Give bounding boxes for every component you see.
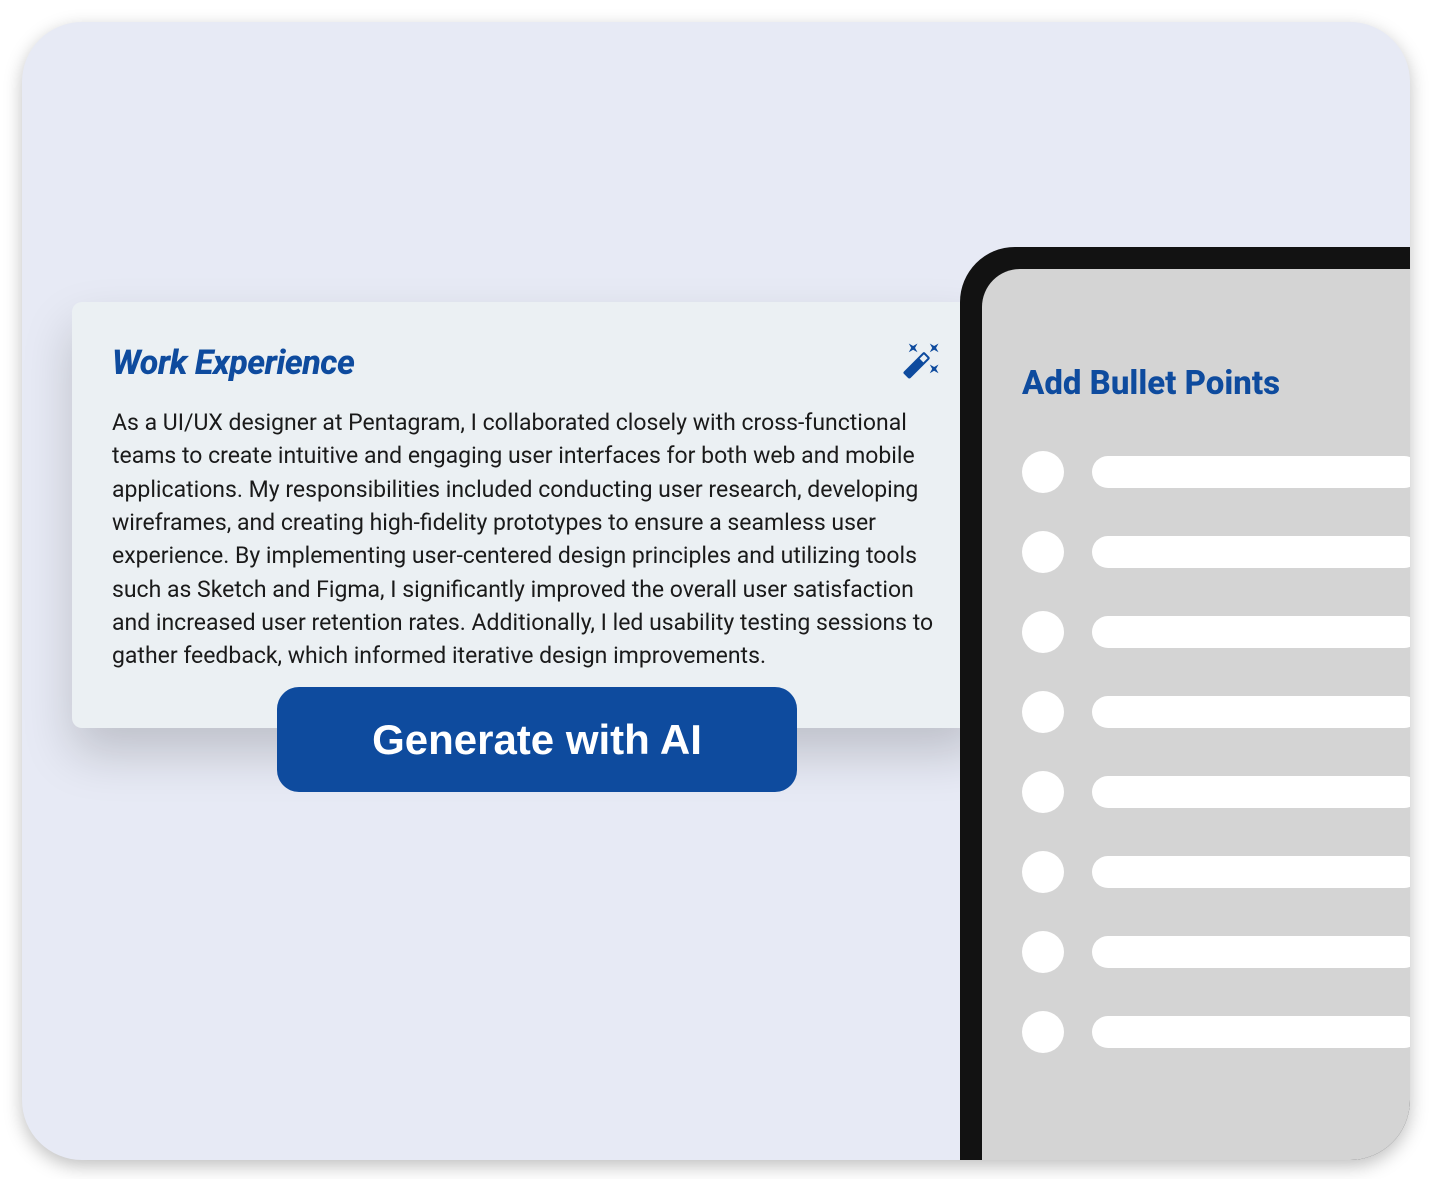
bullet-bar-placeholder	[1092, 776, 1410, 808]
bullet-circle-icon	[1022, 451, 1064, 493]
bullet-circle-icon	[1022, 851, 1064, 893]
bullet-list	[1022, 451, 1410, 1053]
bullet-item[interactable]	[1022, 851, 1410, 893]
bullet-circle-icon	[1022, 931, 1064, 973]
generate-with-ai-button[interactable]: Generate with AI	[277, 687, 797, 792]
bullet-circle-icon	[1022, 611, 1064, 653]
bullet-points-title: Add Bullet Points	[1022, 364, 1410, 403]
bullet-bar-placeholder	[1092, 616, 1410, 648]
bullet-bar-placeholder	[1092, 456, 1410, 488]
bullet-bar-placeholder	[1092, 536, 1410, 568]
bullet-bar-placeholder	[1092, 696, 1410, 728]
bullet-item[interactable]	[1022, 931, 1410, 973]
bullet-circle-icon	[1022, 691, 1064, 733]
magic-wand-icon[interactable]	[900, 340, 942, 386]
bullet-bar-placeholder	[1092, 856, 1410, 888]
phone-frame: Add Bullet Points	[960, 247, 1410, 1160]
bullet-circle-icon	[1022, 531, 1064, 573]
bullet-item[interactable]	[1022, 531, 1410, 573]
bullet-circle-icon	[1022, 1011, 1064, 1053]
bullet-item[interactable]	[1022, 611, 1410, 653]
work-experience-title: Work Experience	[112, 343, 354, 383]
work-card-header: Work Experience	[112, 340, 942, 386]
bullet-item[interactable]	[1022, 1011, 1410, 1053]
bullet-item[interactable]	[1022, 451, 1410, 493]
main-panel: Work Experience As a UI/UX designer at P…	[22, 22, 1410, 1160]
work-experience-card: Work Experience As a UI/UX designer at P…	[72, 302, 982, 728]
bullet-item[interactable]	[1022, 771, 1410, 813]
phone-screen: Add Bullet Points	[982, 269, 1410, 1160]
bullet-bar-placeholder	[1092, 936, 1410, 968]
bullet-item[interactable]	[1022, 691, 1410, 733]
bullet-circle-icon	[1022, 771, 1064, 813]
bullet-bar-placeholder	[1092, 1016, 1410, 1048]
work-experience-body: As a UI/UX designer at Pentagram, I coll…	[112, 406, 942, 673]
